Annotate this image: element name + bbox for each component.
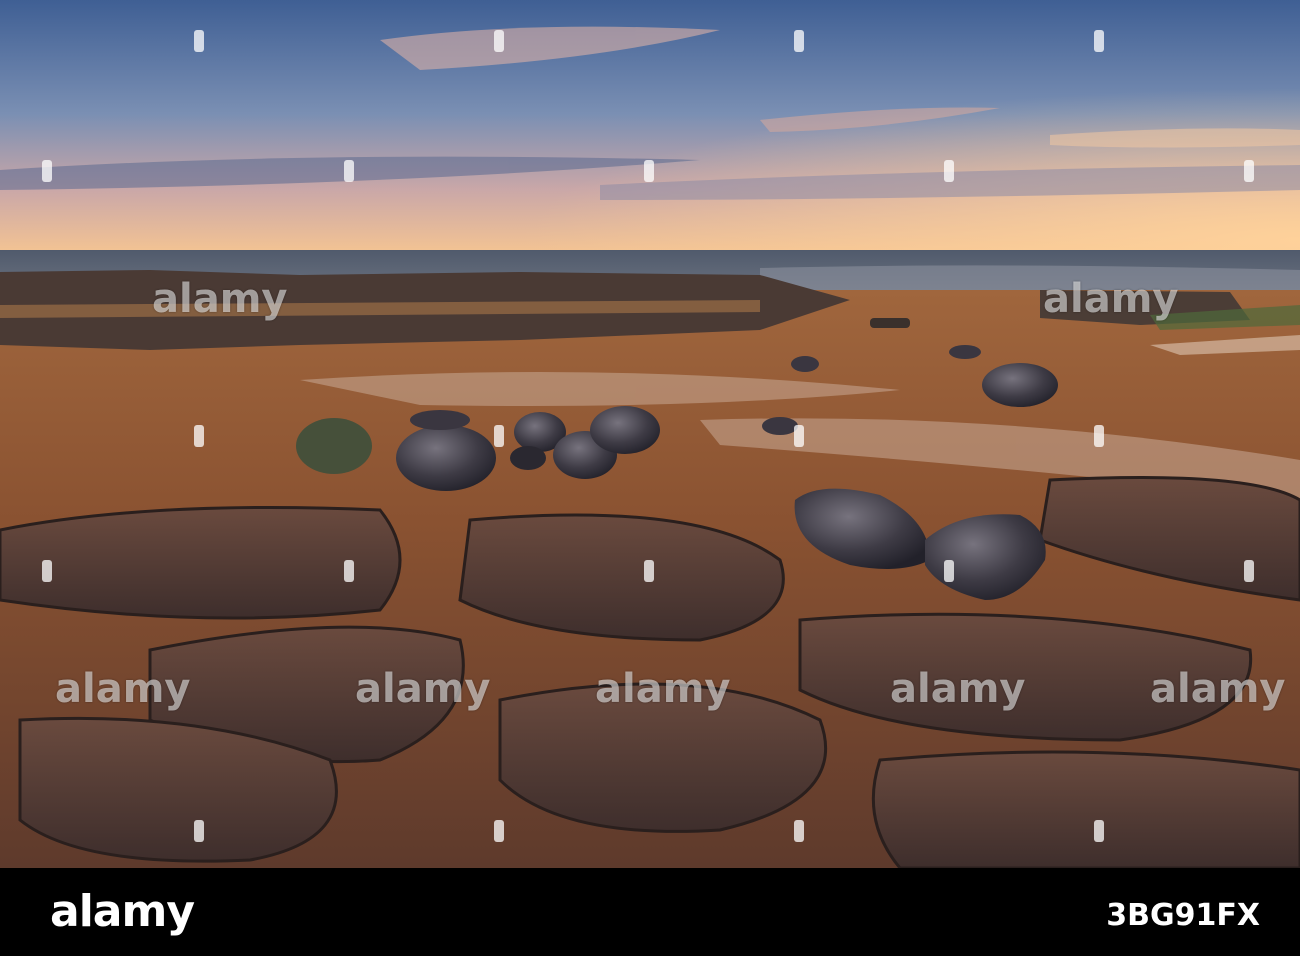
watermark-mark xyxy=(944,560,954,582)
watermark: alamy xyxy=(1043,276,1179,322)
watermark: alamy xyxy=(355,666,491,712)
watermark-mark xyxy=(644,160,654,182)
watermark-mark xyxy=(794,425,804,447)
watermark-mark xyxy=(194,425,204,447)
watermark-mark xyxy=(194,30,204,52)
watermark-mark xyxy=(42,160,52,182)
watermark-mark xyxy=(1094,30,1104,52)
watermark-mark xyxy=(794,30,804,52)
watermark: alamy xyxy=(55,666,191,712)
watermark-mark xyxy=(944,160,954,182)
stock-site-logo: alamy xyxy=(50,886,195,937)
watermark: alamy xyxy=(595,666,731,712)
watermark-mark xyxy=(494,30,504,52)
watermark-mark xyxy=(344,160,354,182)
watermark: alamy xyxy=(890,666,1026,712)
watermark-mark xyxy=(344,560,354,582)
watermark-mark xyxy=(644,560,654,582)
watermark: alamy xyxy=(1150,666,1286,712)
photo: alamy alamy alamy alamy alamy alamy alam… xyxy=(0,0,1300,868)
watermark: alamy xyxy=(152,276,288,322)
image-id: 3BG91FX xyxy=(1106,898,1260,933)
watermark-mark xyxy=(494,425,504,447)
watermark-mark xyxy=(1094,820,1104,842)
watermark-mark xyxy=(1244,160,1254,182)
watermark-mark xyxy=(794,820,804,842)
watermark-mark xyxy=(1094,425,1104,447)
footer-bar xyxy=(0,868,1300,956)
watermark-mark xyxy=(1244,560,1254,582)
watermark-mark xyxy=(194,820,204,842)
watermark-mark xyxy=(42,560,52,582)
watermark-mark xyxy=(494,820,504,842)
